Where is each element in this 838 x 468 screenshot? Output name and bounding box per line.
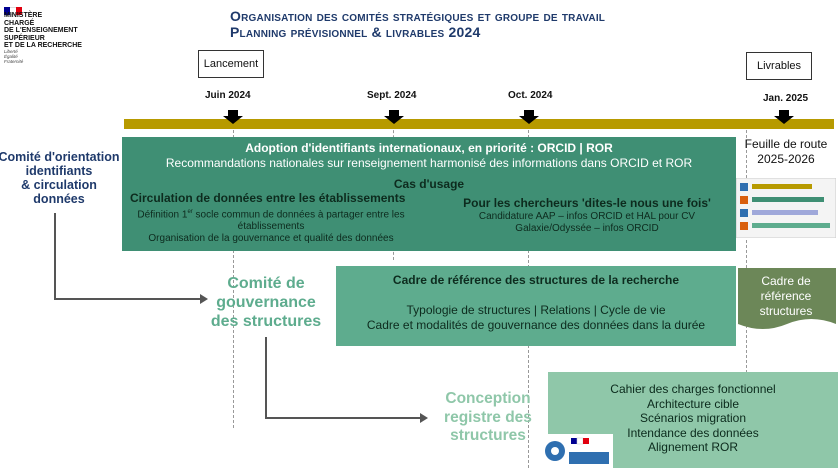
block2-desc: Typologie de structures | Relations | Cy… (366, 303, 706, 332)
governance-label: Comité de gouvernance des structures (210, 275, 322, 330)
block2-heading: Cadre de référence des structures de la … (392, 273, 680, 287)
project-logo-icon (543, 434, 613, 468)
block-reference-framework: Cadre de référence des structures de la … (336, 266, 736, 346)
conception-label: Conception registre des structures (444, 390, 532, 444)
reference-deliverable-label: Cadre de référence structures (759, 274, 813, 318)
